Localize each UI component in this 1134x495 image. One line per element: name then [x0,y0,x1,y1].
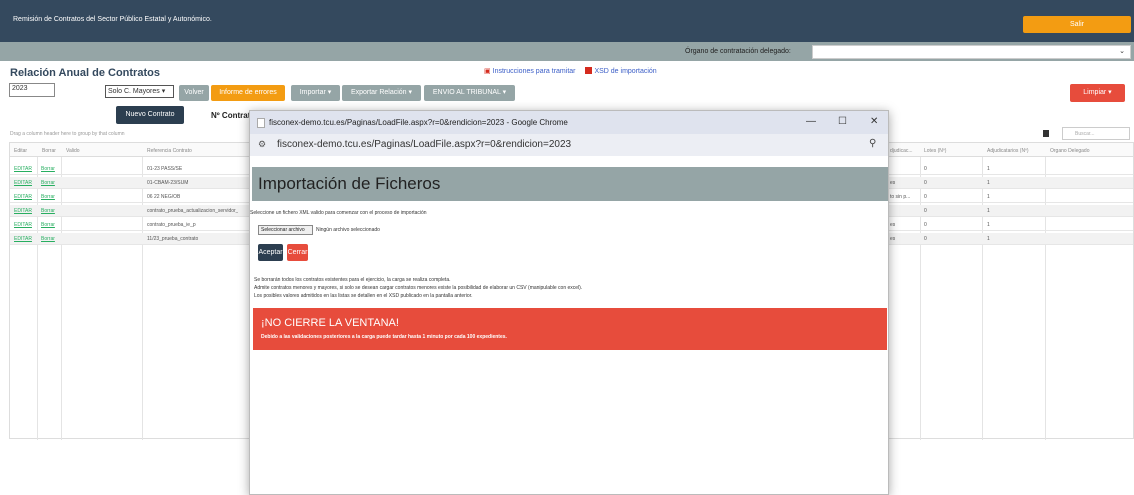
accept-button[interactable]: Aceptar [258,244,283,261]
help-links: ▣ Instrucciones para tramitar XSD de impo… [484,67,657,75]
warning-title: ¡NO CIERRE LA VENTANA! [261,317,399,329]
import-heading: Importación de Ficheros [258,174,441,193]
site-settings-icon[interactable]: ⚙ [258,139,266,150]
chevron-down-icon: ⌄ [1119,48,1125,55]
xsd-link[interactable]: XSD de importación [594,68,656,75]
header-lotes[interactable]: Lotes (Nº) [924,148,946,154]
edit-link[interactable]: EDITAR [14,222,32,228]
info-line: Los posibles valores admitidos en las li… [254,293,473,299]
adjudication-cell: es [890,236,896,242]
delete-link[interactable]: Borrar [41,194,55,200]
app-title: Remisión de Contratos del Sector Público… [13,16,212,23]
type-select-value: Solo C. Mayores [108,88,160,95]
address-bar[interactable]: ⚙ fisconex-demo.tcu.es/Paginas/LoadFile.… [250,134,888,156]
page-title: Relación Anual de Contratos [10,67,160,79]
import-button[interactable]: Importar ▾ [291,85,340,101]
header-referencia[interactable]: Referencia Contrato [147,148,192,154]
minimize-icon[interactable]: — [806,116,816,127]
awardees-cell: 1 [987,236,990,242]
close-button[interactable]: Cerrar [287,244,308,261]
header-borrar[interactable]: Borrar [42,148,56,154]
organ-bar: Órgano de contratación delegado: ⌄ [0,42,1134,61]
clear-button[interactable]: Limpiar ▾ [1070,84,1125,102]
edit-link[interactable]: EDITAR [14,194,32,200]
zoom-icon[interactable]: ⚲ [869,138,876,149]
select-instructions: Seleccione un fichero XML valido para co… [250,210,427,216]
import-header: Importación de Ficheros [252,167,888,201]
lots-cell: 0 [924,236,927,242]
organ-select[interactable]: ⌄ [812,45,1131,59]
close-icon[interactable]: ✕ [870,116,878,127]
edit-link[interactable]: EDITAR [14,180,32,186]
send-tribunal-button[interactable]: ENVIO AL TRIBUNAL ▾ [424,85,515,101]
reference-cell: 01-CBAM-23/SUM [147,180,189,186]
header-adjudicatarios[interactable]: Adjudicatarios (Nº) [987,148,1029,154]
popup-window-title: fisconex-demo.tcu.es/Paginas/LoadFile.as… [269,118,568,127]
header-adjudicacion[interactable]: djudicac... [890,148,913,154]
awardees-cell: 1 [987,208,990,214]
popup-url[interactable]: fisconex-demo.tcu.es/Paginas/LoadFile.as… [277,139,571,150]
awardees-cell: 1 [987,194,990,200]
delete-link[interactable]: Borrar [41,180,55,186]
reference-cell: 06 22 NEG/OB [147,194,181,200]
type-select[interactable]: Solo C. Mayores ▾ [105,85,174,98]
xsd-icon [585,67,593,74]
error-report-button[interactable]: Informe de errores [211,85,285,101]
reference-cell: 11/23_prueba_contrato [147,236,199,242]
contract-number-label: Nº Contrat [211,111,251,120]
export-file-icon[interactable] [1043,130,1049,137]
adjudication-cell: es [890,222,896,228]
import-popup-window: fisconex-demo.tcu.es/Paginas/LoadFile.as… [249,110,889,495]
header-organo[interactable]: Organo Delegado [1050,148,1089,154]
info-line: Se borrarán todos los contratos existent… [254,277,451,283]
warning-banner: ¡NO CIERRE LA VENTANA! Debido a las vali… [253,308,887,350]
reference-cell: 01-23 PASS/SE [147,166,183,172]
lots-cell: 0 [924,180,927,186]
lots-cell: 0 [924,194,927,200]
lots-cell: 0 [924,208,927,214]
export-button[interactable]: Exportar Relación ▾ [342,85,421,101]
no-file-label: Ningún archivo seleccionado [316,227,380,233]
delete-link[interactable]: Borrar [41,236,55,242]
lots-cell: 0 [924,166,927,172]
adjudication-cell: to sin p... [890,194,911,200]
pdf-icon: ▣ [484,68,491,75]
organ-label: Órgano de contratación delegado: [685,48,791,55]
edit-link[interactable]: EDITAR [14,166,32,172]
warning-subtitle: Debido a las validaciones posteriores a … [261,334,507,340]
delete-link[interactable]: Borrar [41,222,55,228]
awardees-cell: 1 [987,180,990,186]
delete-link[interactable]: Borrar [41,208,55,214]
exit-button[interactable]: Salir [1023,16,1131,33]
reference-cell: contrato_prueba_actualizacion_servidor_ [147,208,239,214]
group-drag-hint: Drag a column header here to group by th… [10,131,125,137]
header-editar[interactable]: Editar [14,148,27,154]
grid-search-input[interactable]: Buscar... [1062,127,1130,140]
year-input[interactable]: 2023 [9,83,55,97]
maximize-icon[interactable]: ☐ [838,116,847,127]
lots-cell: 0 [924,222,927,228]
reference-cell: contrato_prueba_ie_p [147,222,196,228]
volver-button[interactable]: Volver [179,85,209,101]
edit-link[interactable]: EDITAR [14,208,32,214]
page-icon [257,118,265,128]
select-file-button[interactable]: Seleccionar archivo [258,225,313,235]
awardees-cell: 1 [987,166,990,172]
info-line: Admite contratos menores y mayores, si s… [254,285,583,291]
info-text: Se borrarán todos los contratos existent… [254,276,582,300]
edit-link[interactable]: EDITAR [14,236,32,242]
adjudication-cell: es [890,180,896,186]
awardees-cell: 1 [987,222,990,228]
instructions-link[interactable]: Instrucciones para tramitar [493,68,576,75]
header-valido[interactable]: Valido [66,148,80,154]
popup-title-bar[interactable]: fisconex-demo.tcu.es/Paginas/LoadFile.as… [250,111,888,134]
delete-link[interactable]: Borrar [41,166,55,172]
top-bar: Remisión de Contratos del Sector Público… [0,0,1134,42]
new-contract-button[interactable]: Nuevo Contrato [116,106,184,124]
